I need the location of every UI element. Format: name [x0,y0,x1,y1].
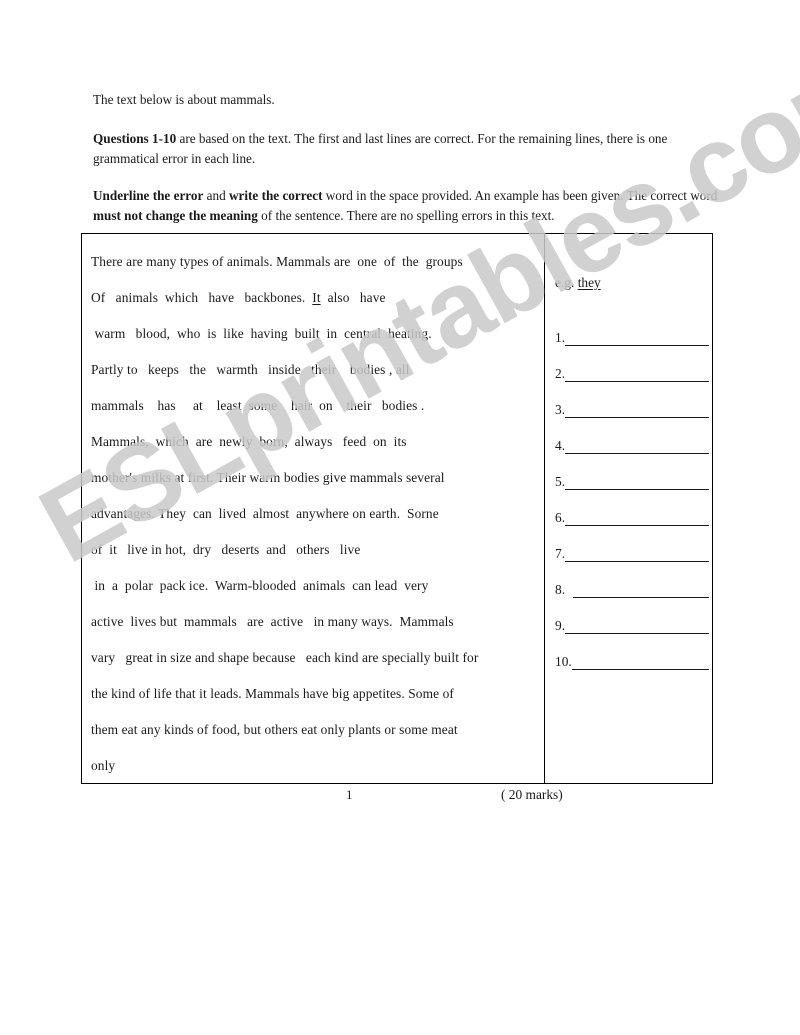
passage-line: the kind of life that it leads. Mammals … [91,686,454,701]
answer-number: 5. [555,473,566,489]
answer-row[interactable]: 8. [555,562,713,598]
answer-blank-line[interactable] [565,440,709,454]
intro-connector-2: word in the space provided. An example h… [322,188,718,204]
worksheet-page: ESLprintables.com The text below is abou… [0,0,800,1035]
passage-line: vary great in size and shape because eac… [91,650,479,665]
answer-row[interactable]: 1. [555,310,713,346]
passage-line: advantages. They can lived almost anywhe… [91,506,439,521]
answer-blank-line[interactable] [573,584,709,598]
passage-line: in a polar pack ice. Warm-blooded animal… [91,578,429,593]
underlined-error-word: It [312,290,321,305]
answer-blanks-list: 1. 2. 3. 4. 5. 6. 7. 8. 9. 10. [555,310,713,670]
intro-paragraph-3: Underline the error and write the correc… [93,186,718,226]
questions-instruction-text: are based on the text. The first and las… [93,131,668,167]
intro-paragraph-2: Questions 1-10 are based on the text. Th… [93,129,718,169]
questions-range-label: Questions 1-10 [93,131,177,147]
answer-number: 6. [555,509,566,525]
example-answer: e.g. they [555,275,601,291]
passage-line: mammals has at least some hair on their … [91,398,425,413]
answer-row[interactable]: 3. [555,382,713,418]
must-not-change-label: must not change the meaning [93,208,258,224]
intro-connector-1: and [203,188,229,204]
example-prefix: e.g. [555,275,578,290]
answer-blank-line[interactable] [565,332,709,346]
passage-column: There are many types of animals. Mammals… [82,234,545,783]
exercise-table: There are many types of animals. Mammals… [81,233,713,784]
passage-line: them eat any kinds of food, but others e… [91,722,458,737]
passage-line: mother's milks at first. Their warm bodi… [91,470,445,485]
answer-row[interactable]: 10. [555,634,713,670]
total-marks: ( 20 marks) [501,787,563,802]
answer-row[interactable]: 4. [555,418,713,454]
answer-number: 8. [555,581,569,597]
underline-error-label: Underline the error [93,188,204,204]
answer-column: e.g. they 1. 2. 3. 4. 5. 6. 7. 8. 9. 10. [545,234,712,783]
passage-line: Partly to keeps the warmth inside their … [91,362,410,377]
answer-number: 10. [555,653,572,669]
passage-line: of it live in hot, dry deserts and other… [91,542,361,557]
page-footer: 1 ( 20 marks) [81,787,713,813]
intro-line-1: The text below is about mammals. [93,92,275,107]
answer-row[interactable]: 9. [555,598,713,634]
intro-closing-text: of the sentence. There are no spelling e… [257,208,555,224]
instructions-block: The text below is about mammals. Questio… [93,90,718,243]
answer-blank-line[interactable] [565,368,709,382]
answer-blank-line[interactable] [571,656,709,670]
write-correct-label: write the correct [229,188,323,204]
example-word: they [577,275,601,290]
passage-line: There are many types of animals. Mammals… [91,254,463,269]
passage-line: only [91,758,116,773]
answer-blank-line[interactable] [565,476,709,490]
answer-blank-line[interactable] [565,512,709,526]
answer-number: 4. [555,437,566,453]
answer-number: 1. [555,329,566,345]
answer-row[interactable]: 5. [555,454,713,490]
answer-number: 3. [555,401,566,417]
passage-line: active lives but mammals are active in m… [91,614,454,629]
answer-number: 7. [555,545,566,561]
answer-row[interactable]: 7. [555,526,713,562]
passage-line: warm blood, who is like having built in … [91,326,432,341]
answer-blank-line[interactable] [565,548,709,562]
answer-number: 9. [555,617,566,633]
answer-number: 2. [555,365,566,381]
page-number: 1 [346,787,353,802]
answer-blank-line[interactable] [565,404,709,418]
passage-line: Of animals which have backbones. It also… [91,290,386,305]
passage-line: Mammals, which are newly born, always fe… [91,434,407,449]
answer-row[interactable]: 6. [555,490,713,526]
answer-row[interactable]: 2. [555,346,713,382]
answer-blank-line[interactable] [565,620,709,634]
